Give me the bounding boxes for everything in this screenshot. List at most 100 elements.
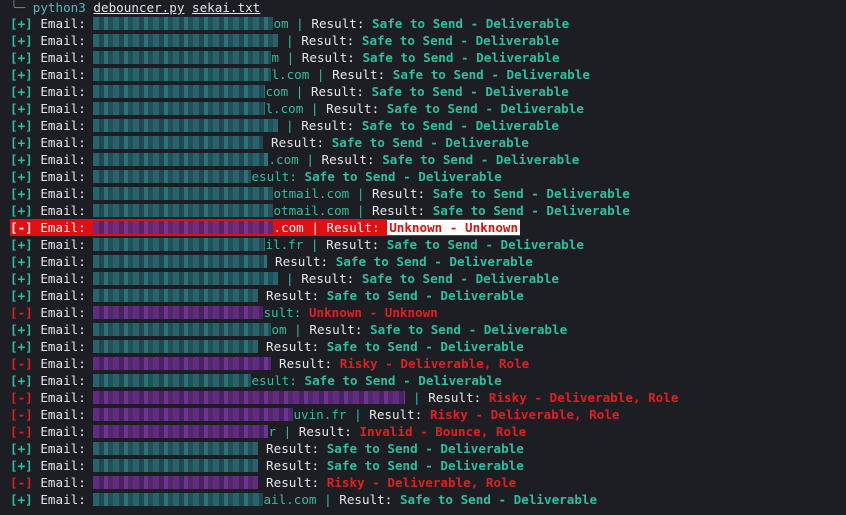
result-status: Safe to Send - Deliverable	[326, 288, 524, 303]
output-line: [-] Email: Result: Risky - Deliverable, …	[10, 355, 529, 372]
result-status: Safe to Send - Deliverable	[304, 373, 502, 388]
output-line: [+] Email: Result: Safe to Send - Delive…	[10, 457, 524, 474]
command-script[interactable]: debouncer.py	[93, 0, 184, 15]
redacted-email	[93, 391, 406, 404]
status-prefix: [+]	[10, 492, 33, 507]
output-line: [-] Email: sult: Unknown - Unknown	[10, 304, 438, 321]
result-label: Result:	[326, 101, 380, 116]
result-status: Safe to Send - Deliverable	[326, 339, 524, 354]
email-label: Email:	[40, 356, 86, 371]
email-label: Email:	[40, 373, 86, 388]
redacted-email	[93, 170, 252, 183]
result-status: Safe to Send - Deliverable	[361, 271, 559, 286]
email-tail	[258, 339, 266, 354]
output-line: [+] Email: | Result: Safe to Send - Deli…	[10, 32, 559, 49]
status-prefix: [+]	[10, 135, 33, 150]
email-label: Email:	[40, 441, 86, 456]
email-tail: |	[278, 33, 302, 48]
redacted-email	[93, 119, 279, 132]
email-tail	[271, 356, 279, 371]
email-tail: il.fr |	[265, 237, 327, 252]
result-label: Result:	[298, 424, 352, 439]
result-label: Result:	[372, 203, 426, 218]
redacted-email	[93, 68, 272, 81]
email-label: Email:	[40, 50, 86, 65]
redacted-email	[93, 357, 272, 370]
redacted-email	[93, 340, 259, 353]
result-status: Safe to Send - Deliverable	[331, 135, 529, 150]
email-tail: m |	[271, 50, 302, 65]
result-status: Invalid - Bounce, Role	[359, 424, 527, 439]
result-label: Result:	[369, 407, 423, 422]
command-file[interactable]: sekai.txt	[192, 0, 260, 15]
output-line: [+] Email: om | Result: Safe to Send - D…	[10, 321, 567, 338]
result-label: Result:	[301, 118, 355, 133]
status-prefix: [+]	[10, 203, 33, 218]
result-label: Result:	[332, 67, 386, 82]
output-line: [-] Email: .com | Result: Unknown - Unkn…	[10, 219, 521, 236]
result-label: Result:	[279, 356, 333, 371]
email-tail: ail.com |	[263, 492, 340, 507]
output-line: [-] Email: | Result: Risky - Deliverable…	[10, 389, 678, 406]
email-tail: otmail.com |	[273, 186, 373, 201]
status-prefix: [+]	[10, 339, 33, 354]
redacted-email	[93, 323, 272, 336]
redacted-email	[93, 204, 274, 217]
email-label: Email:	[40, 186, 86, 201]
status-prefix: [+]	[10, 322, 33, 337]
status-prefix: [+]	[10, 118, 33, 133]
output-line: [+] Email: com | Result: Safe to Send - …	[10, 83, 569, 100]
result-label: Result:	[309, 322, 363, 337]
redacted-email	[93, 238, 266, 251]
email-label: Email:	[40, 16, 86, 31]
status-prefix: [+]	[10, 169, 33, 184]
redacted-email	[93, 102, 266, 115]
result-status: Safe to Send - Deliverable	[432, 186, 630, 201]
email-tail	[258, 441, 266, 456]
output-line: [+] Email: Result: Safe to Send - Delive…	[10, 338, 524, 355]
email-label: Email:	[40, 254, 86, 269]
email-tail: uvin.fr |	[293, 407, 370, 422]
redacted-email	[93, 493, 264, 506]
email-label: Email:	[40, 475, 86, 490]
result-status: Safe to Send - Deliverable	[432, 203, 630, 218]
email-tail: esult:	[251, 169, 305, 184]
result-status: Safe to Send - Deliverable	[370, 322, 568, 337]
redacted-email	[93, 34, 279, 47]
result-status: Safe to Send - Deliverable	[382, 152, 580, 167]
command-line: ╰─ python3 debouncer.py sekai.txt	[10, 0, 260, 15]
email-label: Email:	[40, 220, 86, 235]
redacted-email	[93, 17, 274, 30]
output-line: [+] Email: otmail.com | Result: Safe to …	[10, 185, 630, 202]
output-line: [+] Email: l.com | Result: Safe to Send …	[10, 66, 590, 83]
result-status: Risky - Deliverable, Role	[429, 407, 620, 422]
email-label: Email:	[40, 33, 86, 48]
result-label: Result:	[428, 390, 482, 405]
redacted-email	[93, 255, 268, 268]
result-label: Result:	[266, 339, 320, 354]
email-tail: r |	[268, 424, 299, 439]
email-tail: om |	[273, 16, 312, 31]
result-label: Result:	[301, 33, 355, 48]
redacted-email	[93, 306, 264, 319]
email-label: Email:	[40, 492, 86, 507]
email-label: Email:	[40, 135, 86, 150]
email-tail: sult:	[263, 305, 309, 320]
redacted-email	[93, 289, 259, 302]
status-prefix: [-]	[10, 220, 33, 235]
email-tail: |	[405, 390, 429, 405]
result-label: Result:	[271, 135, 325, 150]
email-tail: |	[278, 118, 302, 133]
output-line: [+] Email: l.com | Result: Safe to Send …	[10, 100, 584, 117]
output-line: [+] Email: Result: Safe to Send - Delive…	[10, 134, 529, 151]
output-line: [+] Email: | Result: Safe to Send - Deli…	[10, 117, 559, 134]
email-label: Email:	[40, 339, 86, 354]
email-label: Email:	[40, 67, 86, 82]
result-label: Result:	[326, 237, 380, 252]
status-prefix: [+]	[10, 33, 33, 48]
email-label: Email:	[40, 424, 86, 439]
output-line: [+] Email: ail.com | Result: Safe to Sen…	[10, 491, 597, 508]
redacted-email	[93, 374, 252, 387]
output-line: [-] Email: r | Result: Invalid - Bounce,…	[10, 423, 526, 440]
email-label: Email:	[40, 237, 86, 252]
